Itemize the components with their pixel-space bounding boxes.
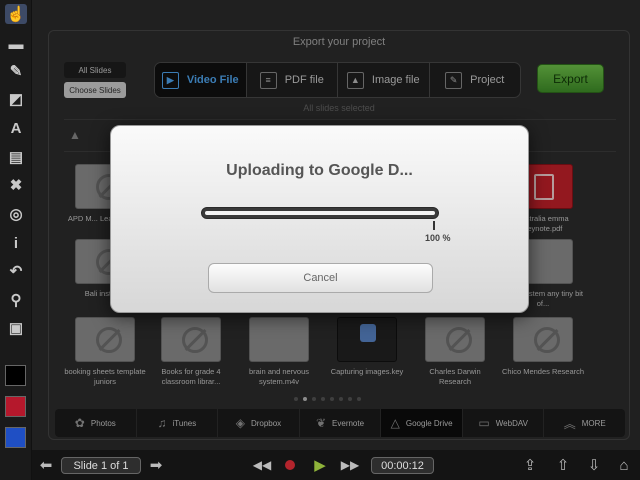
touch-pointer-icon[interactable]: ☝ (5, 4, 27, 24)
shape-icon[interactable]: ◩ (5, 89, 27, 109)
playback-bar: ⬅ Slide 1 of 1 ➡ ◀◀ ▶ ▶▶ 00:00:12 ⇪ ⇧ ⇩ … (32, 450, 640, 480)
upload-progress-fill (205, 211, 435, 215)
upload-dialog-title: Uploading to Google D... (226, 162, 413, 179)
export-tray-icon[interactable]: ⇧ (553, 456, 573, 474)
rewind-icon[interactable]: ◀◀ (253, 456, 271, 474)
screen-capture-icon[interactable]: ▣ (5, 318, 27, 338)
cancel-button[interactable]: Cancel (208, 263, 433, 293)
color-swatch[interactable] (5, 427, 26, 448)
progress-marker (433, 221, 435, 230)
play-icon[interactable]: ▶ (312, 456, 328, 474)
delete-icon[interactable]: ✖ (5, 175, 27, 195)
pen-icon[interactable]: ✎ (5, 61, 27, 81)
record-icon (285, 460, 295, 470)
add-slide-icon[interactable]: ▤ (5, 147, 27, 167)
import-tray-icon[interactable]: ⇩ (584, 456, 604, 474)
upload-progress-text: 100 % (425, 233, 451, 243)
text-icon[interactable]: A (5, 118, 27, 138)
add-screen-icon[interactable]: ▬ (5, 34, 27, 54)
record-button[interactable] (283, 457, 297, 473)
zoom-icon[interactable]: ⚲ (5, 290, 27, 310)
text-box-icon[interactable]: i (5, 233, 27, 253)
laser-pointer-icon[interactable]: ◎ (5, 204, 27, 224)
fast-forward-icon[interactable]: ▶▶ (341, 456, 359, 474)
time-display[interactable]: 00:00:12 (371, 457, 434, 474)
undo-icon[interactable]: ↶ (5, 261, 27, 281)
color-swatch[interactable] (5, 396, 26, 417)
next-slide-arrow-icon[interactable]: ➡ (146, 456, 166, 474)
share-icon[interactable]: ⇪ (520, 456, 540, 474)
slide-counter[interactable]: Slide 1 of 1 (61, 457, 141, 474)
upload-progress-bar (201, 207, 439, 219)
tool-bar: ☝ ▬ ✎ ◩ A ▤ ✖ ◎ i ↶ ⚲ ▣ (0, 0, 32, 480)
upload-dialog: Uploading to Google D... 100 % Cancel (110, 125, 529, 313)
color-swatch[interactable] (5, 365, 26, 386)
previous-slide-arrow-icon[interactable]: ⬅ (36, 456, 56, 474)
home-icon[interactable]: ⌂ (614, 456, 634, 474)
